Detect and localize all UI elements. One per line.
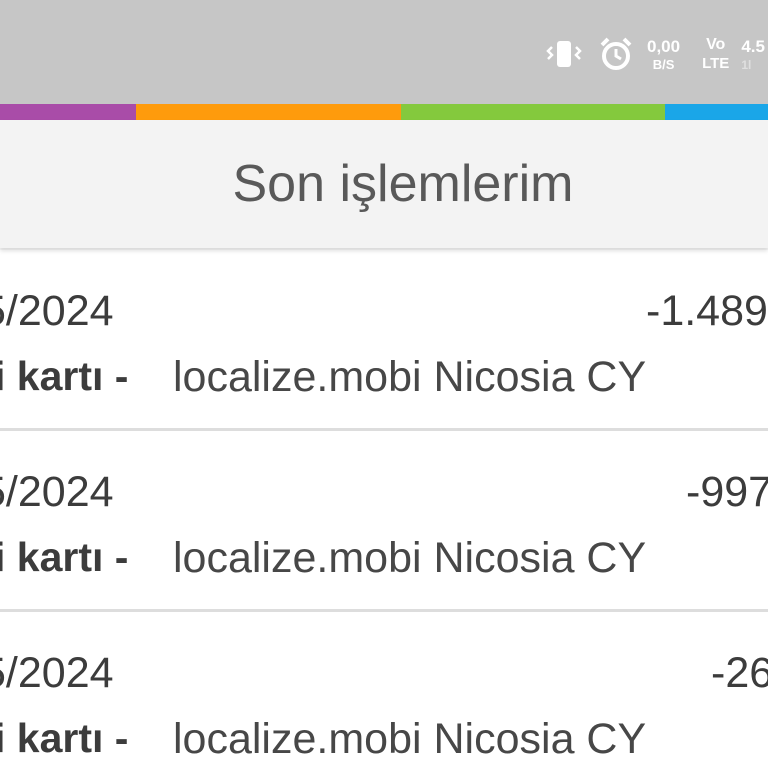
transaction-card-label: i kartı -: [0, 534, 129, 580]
transaction-date: 5/2024: [0, 649, 114, 697]
network-type-label: 4.5: [741, 36, 765, 56]
transaction-list: 5/2024 -1.489 i kartı - localize.mobi Ni…: [0, 250, 768, 768]
stripe-segment-blue: [665, 104, 768, 120]
stripe-segment-purple: [0, 104, 136, 120]
network-speed-indicator: 0,00 B/S: [647, 38, 680, 71]
network-speed-unit: B/S: [652, 56, 675, 72]
transaction-row[interactable]: 5/2024 -26 i kartı - localize.mobi Nicos…: [0, 612, 768, 768]
transaction-amount: -997: [686, 468, 768, 516]
brand-color-stripe: [0, 104, 768, 120]
network-speed-value: 0,00: [647, 36, 681, 56]
app-screen: 0,00 B/S Vo LTE 4.5 1l Son işlemlerim 5/…: [0, 0, 768, 768]
transaction-date: 5/2024: [0, 287, 114, 335]
stripe-segment-green: [401, 104, 665, 120]
vibrate-icon: [545, 39, 583, 69]
status-bar: 0,00 B/S Vo LTE 4.5 1l: [0, 0, 768, 104]
volte-indicator: Vo LTE: [702, 36, 730, 72]
transaction-card-label: i kartı -: [0, 715, 129, 761]
transaction-merchant: localize.mobi Nicosia CY: [173, 353, 647, 401]
volte-bottom-label: LTE: [702, 55, 730, 72]
page-title: Son işlemlerim: [232, 155, 574, 213]
transaction-merchant: localize.mobi Nicosia CY: [173, 534, 647, 582]
transaction-date: 5/2024: [0, 468, 114, 516]
network-activity-label: 1l: [741, 57, 752, 72]
transaction-row[interactable]: 5/2024 -997 i kartı - localize.mobi Nico…: [0, 431, 768, 612]
page-header: Son işlemlerim: [0, 120, 768, 248]
transaction-card-label: i kartı -: [0, 353, 129, 399]
alarm-icon: [599, 37, 633, 71]
volte-top-label: Vo: [706, 36, 726, 53]
stripe-segment-orange: [136, 104, 401, 120]
network-type-indicator: 4.5 1l: [741, 38, 765, 71]
transaction-merchant: localize.mobi Nicosia CY: [173, 715, 647, 763]
transaction-amount: -1.489: [646, 287, 768, 335]
transaction-row[interactable]: 5/2024 -1.489 i kartı - localize.mobi Ni…: [0, 250, 768, 431]
transaction-amount: -26: [711, 649, 768, 697]
status-icons: 0,00 B/S Vo LTE 4.5 1l: [545, 34, 765, 74]
